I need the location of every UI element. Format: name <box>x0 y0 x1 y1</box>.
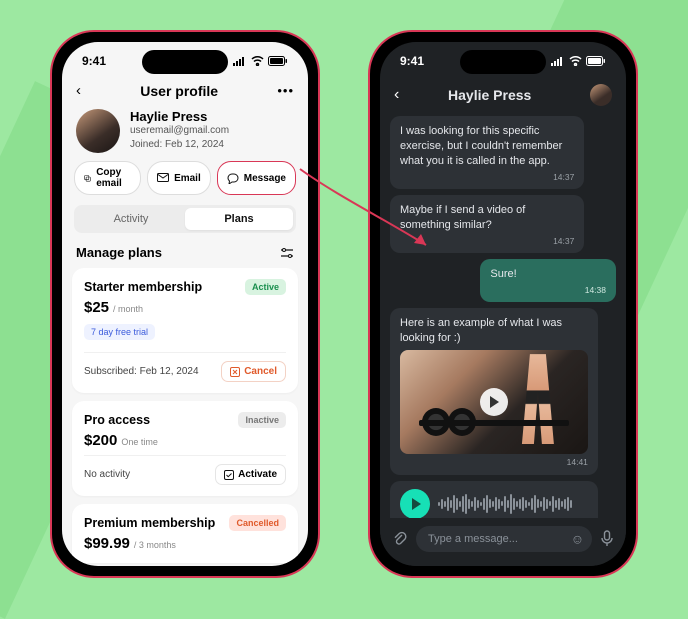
message-label: Message <box>244 173 286 184</box>
avatar <box>76 109 120 153</box>
more-icon[interactable]: ••• <box>277 83 294 98</box>
profile-summary: Haylie Press useremail@gmail.com Joined:… <box>62 107 308 161</box>
chat-header: ‹ Haylie Press <box>380 80 626 116</box>
trial-badge: 7 day free trial <box>84 324 155 340</box>
page-title: User profile <box>140 83 218 99</box>
battery-icon <box>268 56 288 66</box>
status-badge: Cancelled <box>229 515 286 531</box>
copy-email-label: Copy email <box>96 167 131 189</box>
statusbar: 9:41 <box>62 42 308 80</box>
tab-activity[interactable]: Activity <box>77 208 185 230</box>
signal-icon <box>233 56 247 66</box>
mic-icon[interactable] <box>600 530 614 548</box>
page-header: ‹ User profile ••• <box>62 80 308 107</box>
message-time: 14:41 <box>400 457 588 468</box>
email-label: Email <box>174 173 201 184</box>
cancel-button[interactable]: Cancel <box>221 361 286 382</box>
status-badge: Inactive <box>238 412 286 428</box>
message-in: I was looking for this specific exercise… <box>390 116 584 189</box>
plan-card-pro: Pro access Inactive $200 One time No act… <box>72 401 298 496</box>
status-time: 9:41 <box>82 54 106 68</box>
plan-price-sub: / 3 months <box>134 540 176 550</box>
screen-chat: 9:41 ‹ Haylie Press I was looking for th… <box>380 42 626 566</box>
profile-joined: Joined: Feb 12, 2024 <box>130 138 229 152</box>
attach-icon[interactable] <box>392 531 408 547</box>
plan-title: Pro access <box>84 413 150 427</box>
avatar[interactable] <box>590 84 612 106</box>
message-text: Sure! <box>490 268 516 280</box>
signal-icon <box>551 56 565 66</box>
message-text: Here is an example of what I was looking… <box>400 317 562 344</box>
plan-card-premium: Premium membership Cancelled $99.99 / 3 … <box>72 504 298 563</box>
message-button[interactable]: Message <box>217 161 296 195</box>
audio-waveform[interactable] <box>438 493 588 515</box>
section-title: Manage plans <box>76 245 162 260</box>
cancel-label: Cancel <box>244 366 277 377</box>
message-in: Maybe if I send a video of something sim… <box>390 195 584 253</box>
tabs: Activity Plans <box>74 205 296 233</box>
play-icon <box>480 388 508 416</box>
cancel-icon <box>230 367 240 377</box>
plan-card-starter: Starter membership Active $25 / month 7 … <box>72 268 298 393</box>
message-time: 14:38 <box>490 285 606 296</box>
video-thumbnail[interactable] <box>400 350 588 454</box>
message-input[interactable]: Type a message... ☺ <box>416 526 592 552</box>
statusbar: 9:41 <box>380 42 626 80</box>
message-time: 14:37 <box>400 172 574 183</box>
plan-meta: Subscribed: Feb 12, 2024 <box>84 366 199 377</box>
status-icons <box>551 56 606 66</box>
message-out: Sure! 14:38 <box>480 259 616 302</box>
audio-play-button[interactable] <box>400 489 430 519</box>
plan-price: $99.99 <box>84 535 130 552</box>
plan-price-sub: One time <box>121 437 158 447</box>
activate-label: Activate <box>238 469 277 480</box>
plan-meta: No activity <box>84 469 130 480</box>
tab-plans[interactable]: Plans <box>185 208 293 230</box>
copy-email-button[interactable]: Copy email <box>74 161 141 195</box>
activate-button[interactable]: Activate <box>215 464 286 485</box>
email-button[interactable]: Email <box>147 161 211 195</box>
status-badge: Active <box>245 279 286 295</box>
back-icon[interactable]: ‹ <box>76 82 81 99</box>
plan-title: Premium membership <box>84 516 215 530</box>
message-in-video: Here is an example of what I was looking… <box>390 308 598 474</box>
profile-actions: Copy email Email Message <box>62 161 308 205</box>
wifi-icon <box>251 56 264 66</box>
phone-left: 9:41 ‹ User profile ••• Haylie Press use… <box>50 30 320 578</box>
battery-icon <box>586 56 606 66</box>
chat-icon <box>227 173 239 184</box>
emoji-icon[interactable]: ☺ <box>571 532 584 547</box>
status-icons <box>233 56 288 66</box>
chat-title: Haylie Press <box>399 87 580 103</box>
phone-right: 9:41 ‹ Haylie Press I was looking for th… <box>368 30 638 578</box>
activate-icon <box>224 470 234 480</box>
profile-email: useremail@gmail.com <box>130 124 229 138</box>
mail-icon <box>157 173 169 183</box>
plan-title: Starter membership <box>84 280 202 294</box>
plan-price: $200 <box>84 432 117 449</box>
message-text: I was looking for this specific exercise… <box>400 125 562 167</box>
chat-body[interactable]: I was looking for this specific exercise… <box>380 116 626 539</box>
copy-icon <box>84 173 91 184</box>
plan-price-sub: / month <box>113 304 143 314</box>
section-header: Manage plans <box>62 241 308 268</box>
message-text: Maybe if I send a video of something sim… <box>400 204 525 231</box>
settings-icon[interactable] <box>280 247 294 259</box>
profile-name: Haylie Press <box>130 109 229 124</box>
message-time: 14:37 <box>400 236 574 247</box>
plan-price: $25 <box>84 299 109 316</box>
composer: Type a message... ☺ <box>380 518 626 566</box>
status-time: 9:41 <box>400 54 424 68</box>
screen-user-profile: 9:41 ‹ User profile ••• Haylie Press use… <box>62 42 308 566</box>
wifi-icon <box>569 56 582 66</box>
message-placeholder: Type a message... <box>428 533 518 545</box>
